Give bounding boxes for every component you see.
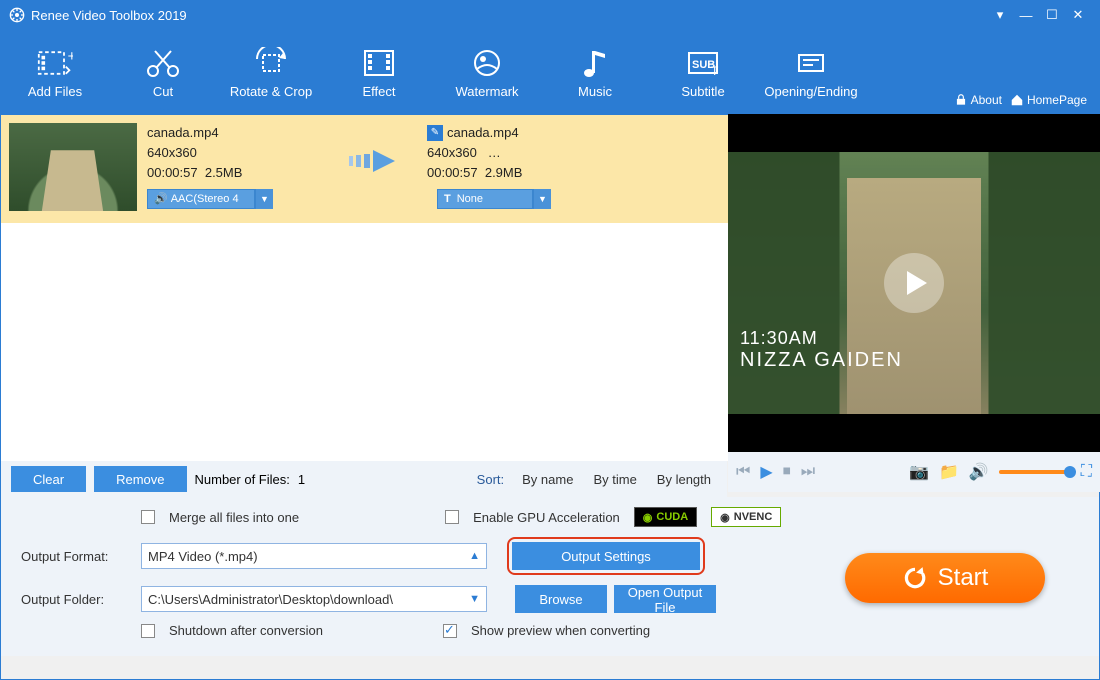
gpu-checkbox[interactable] bbox=[445, 510, 459, 524]
svg-text:T: T bbox=[711, 64, 719, 78]
volume-icon[interactable]: 🔊 bbox=[969, 462, 989, 482]
music-button[interactable]: Music bbox=[541, 29, 649, 115]
show-preview-label: Show preview when converting bbox=[471, 623, 650, 638]
output-settings-button[interactable]: Output Settings bbox=[512, 542, 700, 570]
lock-icon bbox=[954, 93, 968, 107]
player-controls: ⏮ ▶ ⏹ ⏭ 📷 📁 🔊 ⛶ bbox=[728, 452, 1100, 492]
destination-more[interactable]: … bbox=[488, 145, 501, 160]
source-size: 2.5MB bbox=[205, 165, 243, 180]
watermark-icon bbox=[469, 46, 505, 80]
home-icon bbox=[1010, 93, 1024, 107]
play-overlay-icon[interactable] bbox=[884, 253, 944, 313]
shutdown-label: Shutdown after conversion bbox=[169, 623, 323, 638]
audio-track-selector[interactable]: 🔊 AAC(Stereo 4 bbox=[147, 189, 255, 209]
subtitle-button[interactable]: SUBT Subtitle bbox=[649, 29, 757, 115]
subtitle-dropdown[interactable]: ▼ bbox=[533, 189, 551, 209]
refresh-icon bbox=[902, 565, 928, 591]
output-panel: Merge all files into one Enable GPU Acce… bbox=[1, 497, 1099, 656]
volume-slider[interactable] bbox=[999, 470, 1071, 474]
sort-by-name[interactable]: By name bbox=[522, 472, 573, 487]
svg-text:+: + bbox=[68, 49, 73, 65]
effect-icon bbox=[361, 46, 397, 80]
snapshot-icon[interactable]: 📷 bbox=[909, 462, 929, 482]
output-folder-select[interactable]: C:\Users\Administrator\Desktop\download\… bbox=[141, 586, 487, 612]
homepage-link[interactable]: HomePage bbox=[1010, 93, 1087, 107]
scissors-icon bbox=[145, 46, 181, 80]
clear-button[interactable]: Clear bbox=[11, 466, 86, 492]
play-icon[interactable]: ▶ bbox=[760, 462, 772, 482]
destination-resolution: 640x360 bbox=[427, 145, 477, 160]
rotate-crop-button[interactable]: Rotate & Crop bbox=[217, 29, 325, 115]
dropdown-window-icon[interactable]: ▾ bbox=[987, 7, 1013, 23]
source-info: canada.mp4 640x360 00:00:57 2.5MB 🔊 AAC(… bbox=[137, 123, 337, 209]
output-format-select[interactable]: MP4 Video (*.mp4)▲ bbox=[141, 543, 487, 569]
start-button[interactable]: Start bbox=[845, 553, 1045, 603]
sort-by-length[interactable]: By length bbox=[657, 472, 711, 487]
music-icon bbox=[577, 46, 613, 80]
source-filename: canada.mp4 bbox=[147, 123, 327, 143]
add-files-icon: + bbox=[37, 46, 73, 80]
source-resolution: 640x360 bbox=[147, 143, 327, 163]
preview-time-overlay: 11:30AM bbox=[740, 328, 903, 349]
file-count-label: Number of Files: bbox=[195, 472, 290, 487]
minimize-window-icon[interactable]: — bbox=[1013, 8, 1039, 23]
rotate-crop-icon bbox=[253, 46, 289, 80]
fullscreen-icon[interactable]: ⛶ bbox=[1081, 463, 1092, 481]
output-format-label: Output Format: bbox=[15, 549, 133, 564]
subtitle-icon: SUBT bbox=[685, 46, 721, 80]
opening-ending-button[interactable]: Opening/Ending bbox=[757, 29, 865, 115]
preview-title-overlay: NIZZA GAIDEN bbox=[740, 349, 903, 372]
title-bar: Renee Video Toolbox 2019 ▾ — ☐ ✕ bbox=[1, 1, 1099, 29]
sort-by-time[interactable]: By time bbox=[593, 472, 636, 487]
browse-button[interactable]: Browse bbox=[515, 585, 607, 613]
source-thumbnail bbox=[9, 123, 137, 211]
preview-panel: 11:30AM NIZZA GAIDEN bbox=[728, 114, 1100, 452]
output-settings-highlight: Output Settings bbox=[507, 537, 705, 575]
close-window-icon[interactable]: ✕ bbox=[1065, 7, 1091, 23]
cuda-badge: ◉ CUDA bbox=[634, 507, 697, 527]
maximize-window-icon[interactable]: ☐ bbox=[1039, 7, 1065, 23]
file-count: 1 bbox=[298, 472, 305, 487]
edit-filename-icon[interactable]: ✎ bbox=[427, 125, 443, 141]
prev-track-icon[interactable]: ⏮ bbox=[736, 463, 750, 481]
add-files-button[interactable]: + Add Files bbox=[1, 29, 109, 115]
watermark-button[interactable]: Watermark bbox=[433, 29, 541, 115]
preview-video[interactable]: 11:30AM NIZZA GAIDEN bbox=[728, 152, 1100, 414]
cut-button[interactable]: Cut bbox=[109, 29, 217, 115]
remove-button[interactable]: Remove bbox=[94, 466, 186, 492]
app-logo-icon bbox=[9, 7, 25, 23]
subtitle-selector[interactable]: TNone bbox=[437, 189, 533, 209]
arrow-icon bbox=[337, 141, 417, 181]
next-track-icon[interactable]: ⏭ bbox=[801, 463, 815, 481]
app-title: Renee Video Toolbox 2019 bbox=[31, 8, 187, 23]
destination-duration: 00:00:57 bbox=[427, 165, 478, 180]
gpu-label: Enable GPU Acceleration bbox=[473, 510, 620, 525]
nvenc-badge: ◉ NVENC bbox=[711, 507, 781, 527]
output-folder-label: Output Folder: bbox=[15, 592, 133, 607]
destination-info: ✎canada.mp4 640x360 … 00:00:57 2.9MB TNo… bbox=[417, 123, 657, 209]
open-output-file-button[interactable]: Open Output File bbox=[614, 585, 716, 613]
shutdown-checkbox[interactable] bbox=[141, 624, 155, 638]
source-duration: 00:00:57 bbox=[147, 165, 198, 180]
merge-checkbox[interactable] bbox=[141, 510, 155, 524]
effect-button[interactable]: Effect bbox=[325, 29, 433, 115]
about-link[interactable]: About bbox=[954, 93, 1002, 107]
sort-label: Sort: bbox=[477, 472, 504, 487]
destination-filename: canada.mp4 bbox=[447, 123, 519, 143]
destination-size: 2.9MB bbox=[485, 165, 523, 180]
opening-ending-icon bbox=[793, 46, 829, 80]
merge-label: Merge all files into one bbox=[169, 510, 299, 525]
list-controls: Clear Remove Number of Files: 1 Sort: By… bbox=[1, 461, 727, 497]
audio-track-dropdown[interactable]: ▼ bbox=[255, 189, 273, 209]
main-toolbar: + Add Files Cut Rotate & Crop Effect Wat… bbox=[1, 29, 1099, 115]
open-folder-icon[interactable]: 📁 bbox=[939, 462, 959, 482]
stop-icon[interactable]: ⏹ bbox=[783, 463, 791, 481]
show-preview-checkbox[interactable] bbox=[443, 624, 457, 638]
